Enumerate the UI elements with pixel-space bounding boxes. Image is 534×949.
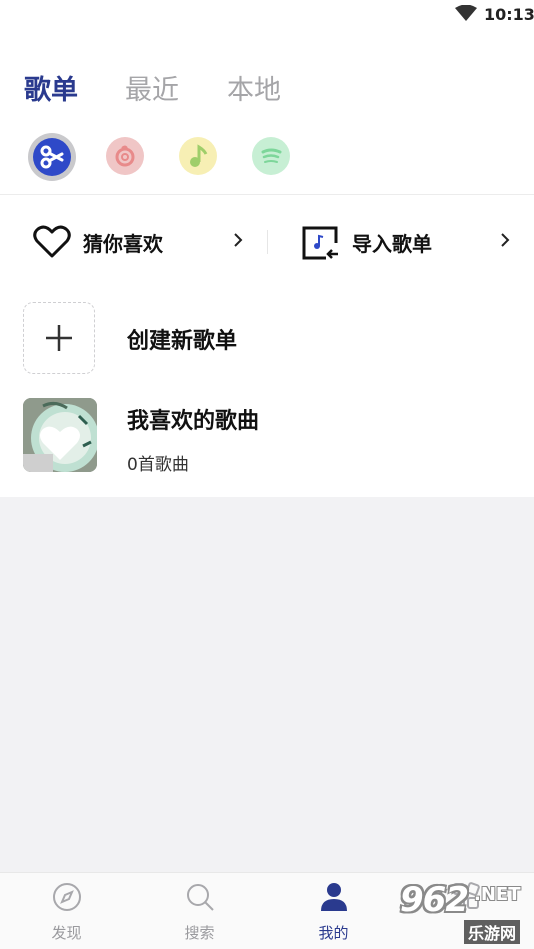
guess-like-button[interactable]: 猜你喜欢 bbox=[33, 222, 248, 262]
search-icon bbox=[186, 884, 214, 911]
import-playlist-button[interactable]: 导入歌单 bbox=[302, 222, 517, 262]
watermark-brand: 962 bbox=[400, 880, 469, 920]
create-playlist-title: 创建新歌单 bbox=[127, 329, 238, 354]
user-icon bbox=[320, 883, 347, 911]
divider bbox=[0, 194, 534, 195]
nav-discover[interactable]: 发现 bbox=[0, 873, 133, 949]
source-spotify-button[interactable] bbox=[252, 137, 290, 175]
source-app-button[interactable] bbox=[28, 133, 76, 181]
liked-songs-title: 我喜欢的歌曲 bbox=[127, 409, 260, 434]
tab-local[interactable]: 本地 bbox=[227, 68, 281, 107]
spotify-icon bbox=[261, 148, 282, 163]
liked-songs-row[interactable]: 我喜欢的歌曲 0首歌曲 bbox=[23, 398, 513, 475]
plus-icon bbox=[46, 325, 72, 351]
import-playlist-label: 导入歌单 bbox=[352, 232, 432, 256]
netease-music-icon bbox=[115, 145, 135, 167]
wifi-icon bbox=[455, 5, 477, 21]
status-time: 10:13 bbox=[484, 5, 534, 24]
divider bbox=[267, 230, 268, 254]
source-qq-button[interactable] bbox=[179, 137, 217, 175]
chevron-right-icon bbox=[501, 233, 510, 247]
nav-search[interactable]: 搜索 bbox=[133, 873, 266, 949]
liked-songs-cover bbox=[23, 398, 97, 472]
tab-recent[interactable]: 最近 bbox=[125, 68, 179, 107]
watermark-suffix: .NET bbox=[474, 884, 521, 905]
watermark-logo: 962 .NET 乐游网 bbox=[396, 878, 532, 944]
tab-playlists[interactable]: 歌单 bbox=[24, 68, 78, 107]
import-music-icon bbox=[302, 226, 338, 260]
create-playlist-cover bbox=[23, 302, 95, 374]
create-playlist-row[interactable]: 创建新歌单 bbox=[23, 302, 513, 376]
compass-icon bbox=[52, 883, 81, 911]
app-source-icon bbox=[33, 138, 71, 176]
watermark-sub: 乐游网 bbox=[464, 920, 521, 944]
liked-songs-count: 0首歌曲 bbox=[127, 455, 189, 475]
source-netease-button[interactable] bbox=[106, 137, 144, 175]
guess-like-label: 猜你喜欢 bbox=[83, 232, 163, 256]
main-panel: 10:13 歌单 最近 本地 猜你喜欢 导入歌单 创建新歌单 我喜欢的歌曲 0首… bbox=[0, 0, 534, 497]
nav-discover-label: 发现 bbox=[51, 924, 82, 942]
chevron-right-icon bbox=[234, 233, 243, 247]
nav-mine-label: 我的 bbox=[318, 924, 349, 942]
status-bar: 10:13 bbox=[0, 0, 534, 30]
heart-icon bbox=[33, 225, 71, 258]
nav-mine[interactable]: 我的 bbox=[267, 873, 400, 949]
qq-music-icon bbox=[190, 144, 208, 167]
nav-search-label: 搜索 bbox=[184, 924, 215, 942]
